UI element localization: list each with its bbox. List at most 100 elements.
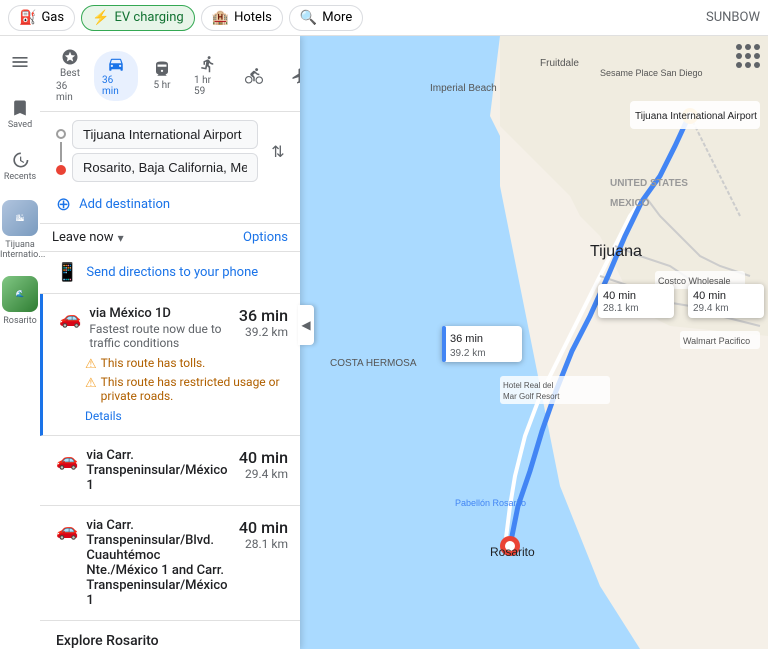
mode-transit[interactable]: 5 hr [140,56,184,95]
leave-now-button[interactable]: Leave now ▾ [52,230,124,245]
route-item-3[interactable]: 🚗 via Carr. Transpeninsular/Blvd. Cuauht… [40,506,300,621]
options-button[interactable]: Options [243,230,288,245]
svg-text:40 min: 40 min [603,290,636,302]
svg-text:MEXICO: MEXICO [610,198,650,209]
grid-dot [736,44,742,50]
filter-hotels[interactable]: 🏨 Hotels [201,5,283,31]
collapse-panel-button[interactable]: ◀ [298,305,314,345]
route-item-2[interactable]: 🚗 via Carr. Transpeninsular/México 1 40 … [40,436,300,506]
sidebar-rosarito-thumb: 🌊 [2,276,38,312]
route-via-2: via Carr. Transpeninsular/México 1 [86,448,230,493]
mode-car[interactable]: 36 min [94,51,138,101]
top-filter-bar: ⛽ Gas ⚡ EV charging 🏨 Hotels 🔍 More SUNB… [0,0,768,36]
dest-dot [56,165,66,175]
svg-text:39.2 km: 39.2 km [450,348,486,359]
warning-text-1: This route has tolls. [101,356,206,370]
route-line [60,142,62,162]
svg-text:Fruitdale: Fruitdale [540,58,579,69]
ev-icon: ⚡ [92,10,109,26]
grid-dot [745,53,751,59]
filter-more[interactable]: 🔍 More [289,5,363,31]
mode-flight[interactable] [278,63,300,89]
grid-dot [745,44,751,50]
destination-input[interactable] [72,153,258,182]
route-dist-1: 39.2 km [239,325,288,339]
warning-text-2: This route has restricted usage or priva… [101,375,288,403]
sidebar-menu[interactable] [2,44,38,80]
svg-text:Pabellón Rosarito: Pabellón Rosarito [455,498,526,508]
svg-text:28.1 km: 28.1 km [603,303,639,314]
sidebar-rosarito[interactable]: 🌊 Rosarito [0,276,40,326]
map-area[interactable]: Tijuana International Airport UNITED STA… [300,36,768,649]
svg-text:Tijuana: Tijuana [590,243,642,260]
filter-gas-label: Gas [41,10,64,25]
left-panel: Best 36 min 36 min 5 hr 1 hr 59 [0,36,300,649]
route-dist-3: 28.1 km [239,537,288,551]
leave-now-bar: Leave now ▾ Options [40,223,300,252]
chevron-down-icon: ▾ [118,231,124,245]
route-item-1[interactable]: 🚗 via México 1D Fastest route now due to… [40,294,300,436]
mode-bike[interactable] [232,63,276,89]
svg-text:UNITED STATES: UNITED STATES [610,178,688,189]
leave-now-label: Leave now [52,230,114,245]
svg-text:Hotel Real del: Hotel Real del [503,381,553,390]
route-time-3: 40 min [239,518,288,537]
svg-text:Walmart Pacifico: Walmart Pacifico [683,336,750,346]
svg-text:36 min: 36 min [450,333,483,345]
grid-dot [754,44,760,50]
details-link-1[interactable]: Details [85,409,288,423]
car-icon-2: 🚗 [56,450,78,471]
grid-dot [736,62,742,68]
filter-more-label: More [322,10,352,25]
route-via-1: via México 1D [89,306,230,321]
mode-best[interactable]: Best 36 min [48,44,92,107]
route-via-3: via Carr. Transpeninsular/Blvd. Cuauhtém… [86,518,230,608]
sidebar-saved-label: Saved [8,120,32,130]
grid-dot [754,62,760,68]
svg-text:Imperial Beach: Imperial Beach [430,83,497,94]
mode-car-time: 36 min [102,75,130,97]
swap-button[interactable]: ⇅ [264,137,292,165]
route-time-1: 36 min [239,306,288,325]
add-destination[interactable]: ⊕ Add destination [40,190,300,223]
map-svg: Tijuana International Airport UNITED STA… [300,36,768,649]
filter-hotels-label: Hotels [234,10,272,25]
sidebar: Saved Recents 🏙 TijuanaInternatio... 🌊 R… [0,36,40,649]
mode-walk-time: 1 hr 59 [194,75,222,97]
mode-walk[interactable]: 1 hr 59 [186,51,230,101]
route-time-2: 40 min [239,448,288,467]
gas-icon: ⛽ [19,10,36,26]
send-directions-label: Send directions to your phone [86,265,258,280]
origin-input[interactable] [72,120,258,149]
warning-icon-2: ⚠ [85,376,97,391]
sidebar-tijuana-thumb: 🏙 [2,200,38,236]
filter-gas[interactable]: ⛽ Gas [8,5,75,31]
hotel-icon: 🏨 [212,10,229,26]
sidebar-recents-label: Recents [4,172,36,182]
origin-dot [56,129,66,139]
car-icon-1: 🚗 [59,308,81,329]
warning-2: ⚠ This route has restricted usage or pri… [85,375,288,403]
svg-text:COSTA HERMOSA: COSTA HERMOSA [330,358,417,369]
filter-ev-charging[interactable]: ⚡ EV charging [81,5,195,31]
sidebar-saved[interactable]: Saved [2,96,38,132]
svg-text:Sesame Place San Diego: Sesame Place San Diego [600,68,703,78]
explore-section: Explore Rosarito 🍴 Restaurants 🛏 [40,621,300,649]
phone-icon: 📱 [56,262,78,283]
send-directions[interactable]: 📱 Send directions to your phone [40,252,300,294]
directions-panel: Best 36 min 36 min 5 hr 1 hr 59 [40,36,300,649]
svg-text:Tijuana International Airport: Tijuana International Airport [635,111,757,122]
route-dots [56,127,66,175]
grid-dot [754,53,760,59]
sidebar-rosarito-label: Rosarito [0,316,40,326]
sidebar-recents[interactable]: Recents [2,148,38,184]
sidebar-tijuana[interactable]: 🏙 TijuanaInternatio... [0,200,40,260]
route-list: 🚗 via México 1D Fastest route now due to… [40,294,300,649]
main-area: Saved Recents 🏙 TijuanaInternatio... 🌊 R… [0,36,768,649]
google-apps-icon[interactable] [736,44,760,68]
route-inputs: ⇅ [40,112,300,190]
svg-text:Rosarito: Rosarito [490,545,535,559]
route-warnings-1: ⚠ This route has tolls. ⚠ This route has… [85,356,288,403]
svg-text:Mar Golf Resort: Mar Golf Resort [503,392,560,401]
add-dest-label: Add destination [79,197,170,212]
